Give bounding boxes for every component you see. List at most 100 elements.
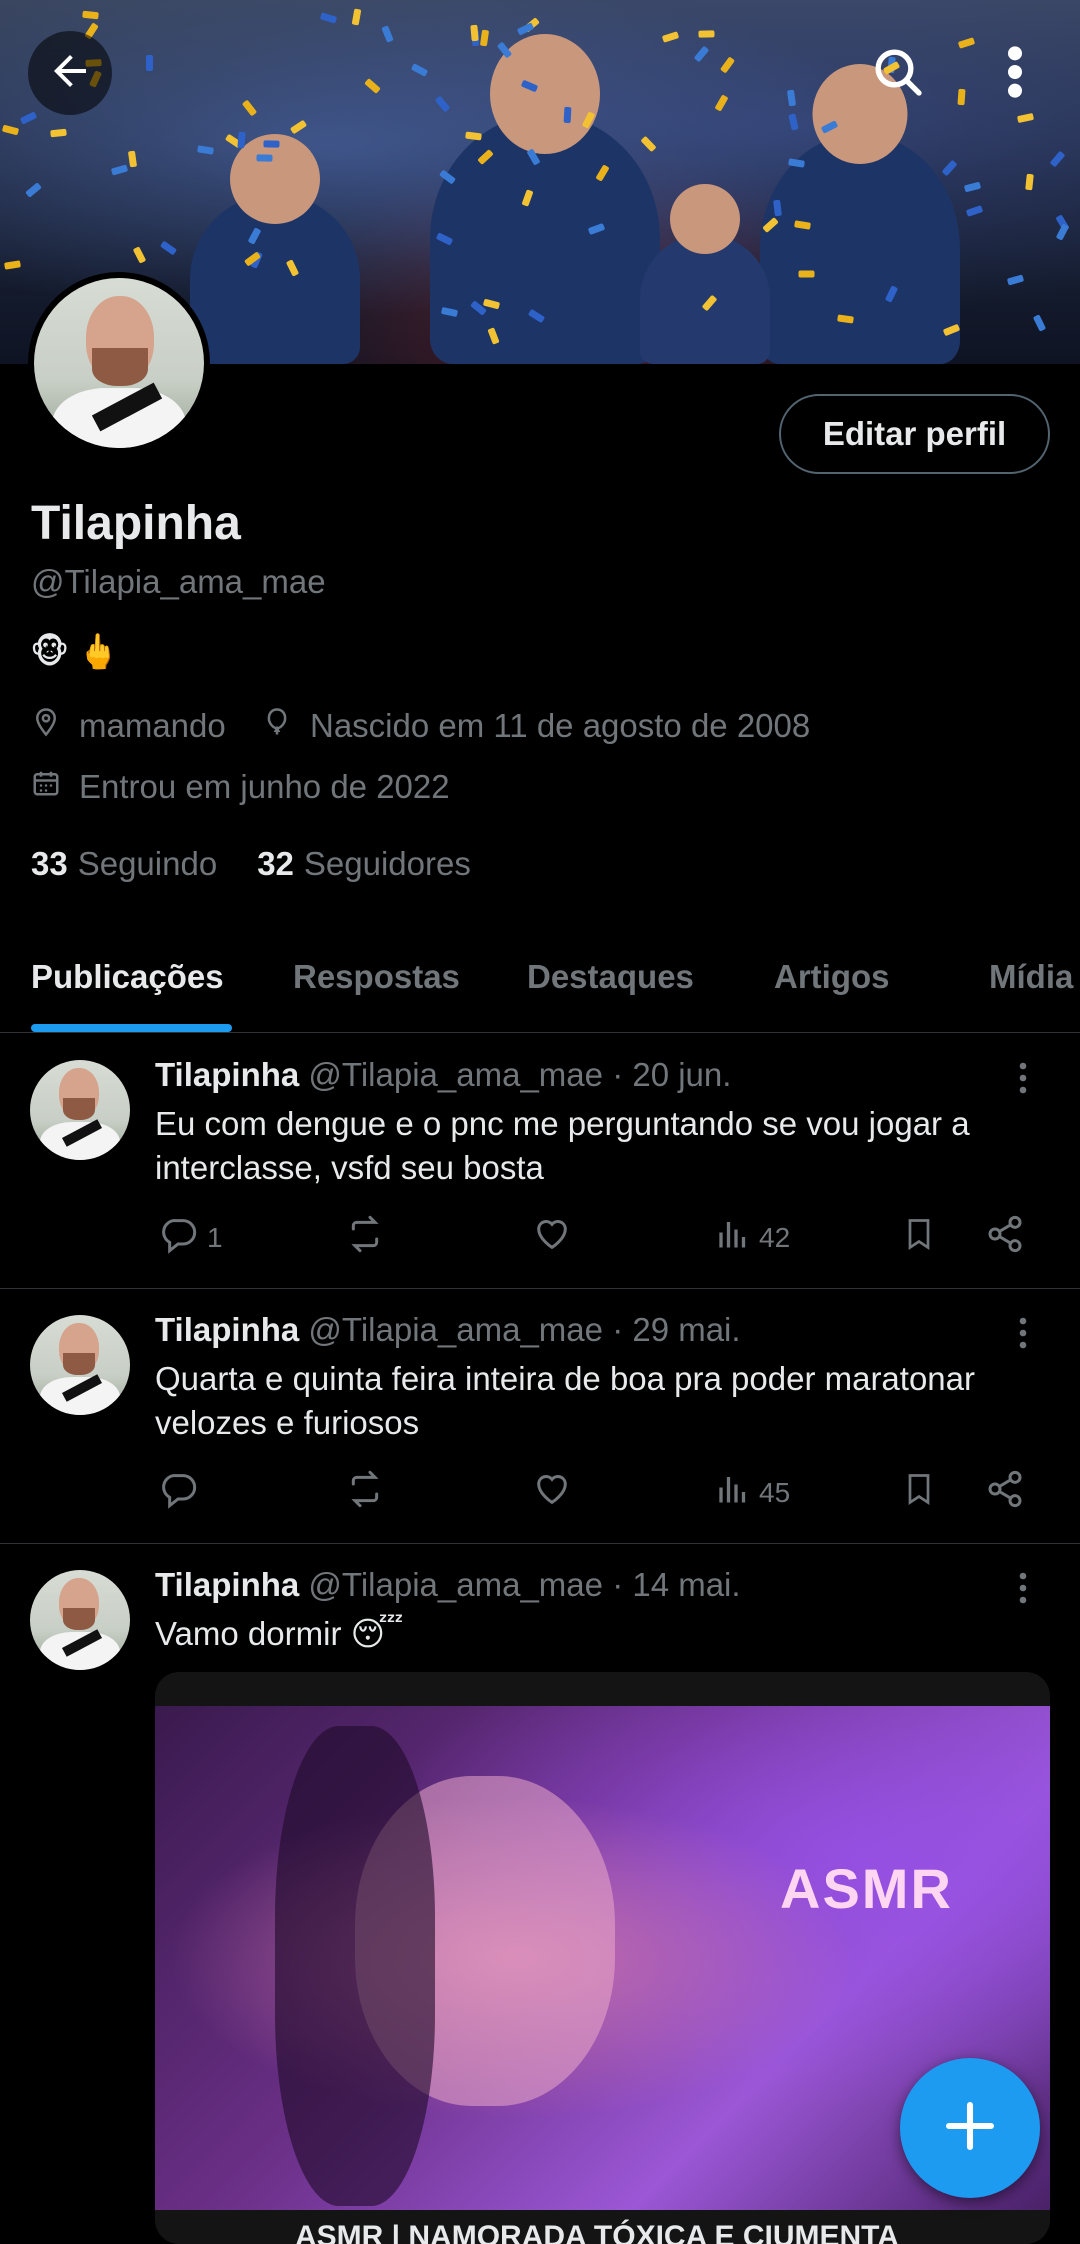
bookmark-button[interactable]	[901, 1214, 937, 1261]
confetti-piece	[410, 63, 429, 77]
confetti-piece	[110, 164, 129, 176]
reply-count: 1	[207, 1221, 223, 1253]
post-actions: 45	[155, 1469, 1035, 1519]
confetti-piece	[516, 22, 535, 36]
share-button[interactable]	[985, 1214, 1025, 1261]
profile-tabs: Publicações Respostas Destaques Artigos …	[0, 940, 1080, 1033]
more-options-button[interactable]	[980, 32, 1050, 116]
media-caption: ASMR | NAMORADA TÓXICA E CIUMENTA	[295, 2220, 899, 2244]
compose-button[interactable]	[900, 2058, 1040, 2198]
more-vertical-icon	[1005, 44, 1025, 105]
confetti-piece	[256, 154, 273, 162]
confetti-piece	[957, 37, 976, 49]
followers-label: Seguidores	[303, 845, 471, 882]
bio-emoji: 🐵	[30, 633, 70, 671]
confetti-piece	[465, 131, 482, 141]
search-button[interactable]	[856, 32, 940, 116]
banner-figure	[640, 184, 770, 364]
bookmark-icon	[901, 1469, 937, 1516]
confetti-piece	[1049, 150, 1066, 168]
post-more-button[interactable]	[1018, 1315, 1028, 1356]
post-date: · 29 mai.	[612, 1311, 741, 1348]
confetti-piece	[693, 45, 710, 63]
post-text: Quarta e quinta feira inteira de boa pra…	[155, 1360, 976, 1441]
tab-media[interactable]: Mídia	[989, 958, 1073, 996]
views-icon	[715, 1214, 751, 1261]
confetti-piece	[786, 89, 797, 107]
tab-highlights[interactable]: Destaques	[527, 958, 694, 996]
confetti-piece	[263, 140, 280, 148]
post-item[interactable]: Tilapinha @Tilapia_ama_mae · 29 mai. Qua…	[0, 1289, 1080, 1544]
confetti-piece	[941, 159, 958, 177]
following-link[interactable]: 33 Seguindo	[31, 845, 217, 883]
banner-figure	[190, 134, 360, 364]
post-item[interactable]: Tilapinha @Tilapia_ama_mae · 20 jun. Eu …	[0, 1034, 1080, 1289]
like-button[interactable]	[531, 1214, 573, 1261]
post-author-handle: @Tilapia_ama_mae	[308, 1056, 604, 1093]
confetti-piece	[640, 135, 657, 153]
followers-count: 32	[257, 845, 294, 882]
tab-posts[interactable]: Publicações	[31, 958, 224, 996]
views-button[interactable]: 42	[715, 1214, 790, 1261]
confetti-piece	[957, 88, 966, 106]
reply-button[interactable]: 1	[157, 1214, 223, 1261]
post-author-name[interactable]: Tilapinha	[155, 1056, 299, 1093]
views-count: 42	[759, 1221, 791, 1253]
confetti-piece	[4, 260, 21, 270]
repost-icon	[343, 1214, 387, 1261]
confetti-piece	[1025, 173, 1034, 191]
confetti-piece	[965, 205, 984, 217]
confetti-piece	[82, 10, 99, 20]
confetti-piece	[661, 31, 680, 43]
search-icon	[870, 44, 926, 105]
repost-icon	[343, 1469, 387, 1516]
tab-articles[interactable]: Artigos	[774, 958, 890, 996]
post-author-name[interactable]: Tilapinha	[155, 1311, 299, 1348]
balloon-icon	[262, 705, 310, 747]
views-count: 45	[759, 1476, 791, 1508]
post-author-name[interactable]: Tilapinha	[155, 1566, 299, 1603]
calendar-icon	[31, 766, 79, 808]
profile-birthdate: Nascido em 11 de agosto de 2008	[262, 705, 810, 747]
post-author-handle: @Tilapia_ama_mae	[308, 1566, 604, 1603]
profile-name: Tilapinha	[31, 497, 241, 550]
tab-replies[interactable]: Respostas	[293, 958, 460, 996]
confetti-piece	[1055, 223, 1070, 241]
bio-emoji: 🖕	[77, 633, 120, 671]
bookmark-button[interactable]	[901, 1469, 937, 1516]
active-tab-indicator	[31, 1024, 232, 1032]
confetti-piece	[197, 145, 214, 155]
media-overlay-text: ASMR	[780, 1857, 953, 1920]
confetti-piece	[798, 270, 815, 278]
confetti-piece	[241, 99, 258, 117]
edit-profile-button[interactable]: Editar perfil	[779, 394, 1050, 474]
back-button[interactable]	[28, 31, 112, 115]
profile-avatar[interactable]	[28, 272, 210, 454]
post-avatar[interactable]	[30, 1060, 130, 1160]
more-vertical-icon	[1018, 1572, 1028, 1610]
share-button[interactable]	[985, 1469, 1025, 1516]
confetti-piece	[1032, 314, 1047, 332]
confetti-piece	[146, 55, 153, 71]
birthdate-text: Nascido em 11 de agosto de 2008	[310, 707, 811, 744]
repost-button[interactable]	[343, 1469, 387, 1516]
repost-button[interactable]	[343, 1214, 387, 1261]
followers-link[interactable]: 32 Seguidores	[257, 845, 471, 883]
avatar-image	[34, 278, 204, 448]
reply-icon	[157, 1214, 199, 1261]
views-button[interactable]: 45	[715, 1469, 790, 1516]
post-text: Eu com dengue e o pnc me perguntando se …	[155, 1105, 970, 1186]
profile-handle: @Tilapia_ama_mae	[31, 563, 326, 600]
confetti-piece	[470, 24, 479, 42]
post-actions: 1 42	[155, 1214, 1035, 1264]
like-button[interactable]	[531, 1469, 573, 1516]
post-more-button[interactable]	[1018, 1570, 1028, 1611]
post-author-handle: @Tilapia_ama_mae	[308, 1311, 604, 1348]
post-avatar[interactable]	[30, 1570, 130, 1670]
confetti-piece	[25, 182, 42, 198]
joined-text: Entrou em junho de 2022	[79, 768, 450, 805]
post-avatar[interactable]	[30, 1315, 130, 1415]
reply-button[interactable]	[157, 1469, 199, 1516]
post-more-button[interactable]	[1018, 1060, 1028, 1101]
banner-figure	[430, 34, 660, 364]
